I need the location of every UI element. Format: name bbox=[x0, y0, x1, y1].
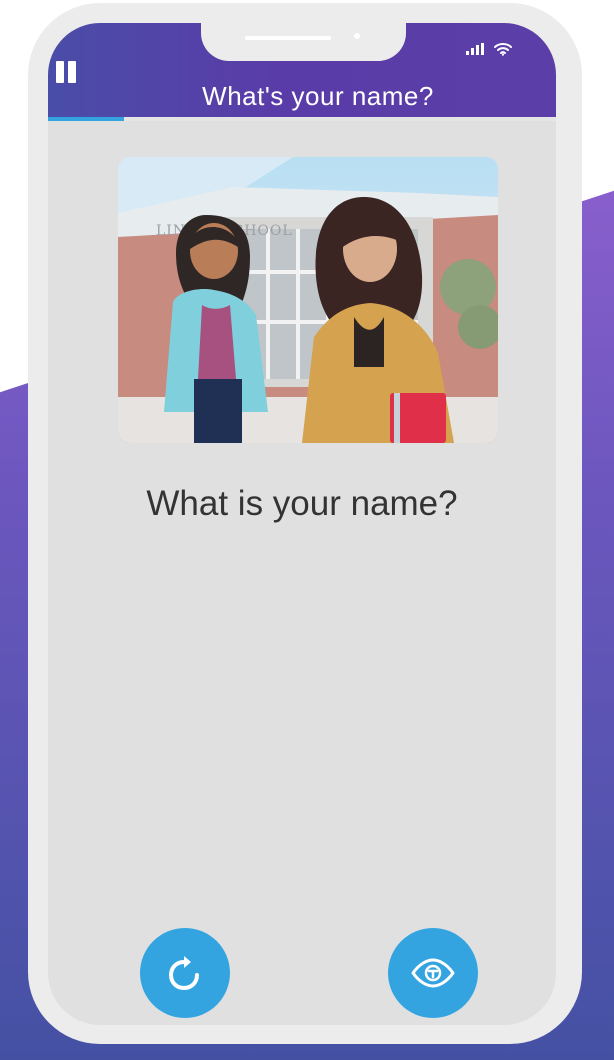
pause-icon bbox=[68, 61, 76, 83]
signal-icon bbox=[466, 43, 484, 55]
status-icons bbox=[466, 42, 512, 56]
camera-dot bbox=[354, 33, 360, 39]
app-stage: What's your name? LINC SCHOOL What is yo… bbox=[0, 0, 614, 1060]
phone-notch bbox=[201, 23, 406, 61]
replay-icon bbox=[168, 956, 199, 991]
school-scene-image: LINC H SCHOOL bbox=[118, 157, 498, 443]
phone-screen: What's your name? LINC SCHOOL What is yo… bbox=[48, 23, 556, 1025]
eye-icon bbox=[411, 958, 455, 988]
pause-button[interactable] bbox=[56, 61, 80, 87]
lesson-progress bbox=[48, 117, 556, 121]
replay-button[interactable] bbox=[140, 928, 230, 1018]
reveal-button[interactable] bbox=[388, 928, 478, 1018]
wifi-icon bbox=[494, 43, 512, 56]
question-text: What is your name? bbox=[146, 484, 458, 523]
top-header: What's your name? bbox=[48, 23, 556, 121]
progress-fill bbox=[48, 117, 125, 121]
page-title: What's your name? bbox=[202, 81, 434, 111]
scene-illustration: LINC H SCHOOL bbox=[118, 157, 498, 443]
speaker-bar bbox=[245, 36, 331, 40]
pause-icon bbox=[56, 61, 64, 83]
